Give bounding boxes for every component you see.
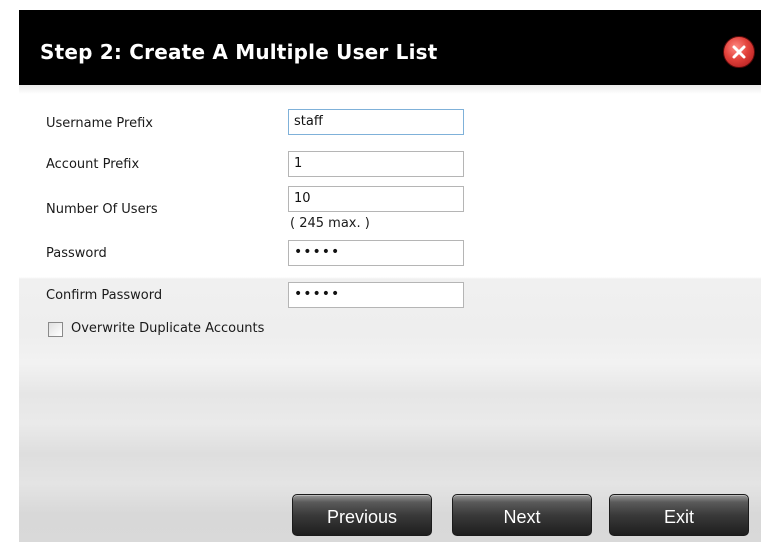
- password-input[interactable]: •••••: [288, 240, 464, 266]
- previous-button[interactable]: Previous: [292, 494, 432, 536]
- password-label: Password: [46, 246, 107, 261]
- number-of-users-label: Number Of Users: [46, 202, 158, 217]
- max-users-hint: ( 245 max. ): [290, 216, 370, 231]
- confirm-password-label: Confirm Password: [46, 288, 163, 303]
- dialog-titlebar: Step 2: Create A Multiple User List: [19, 10, 761, 85]
- account-prefix-input[interactable]: 1: [288, 151, 464, 177]
- username-prefix-input[interactable]: staff: [288, 109, 464, 135]
- account-prefix-label: Account Prefix: [46, 157, 140, 172]
- confirm-password-input[interactable]: •••••: [288, 282, 464, 308]
- number-of-users-input[interactable]: 10: [288, 186, 464, 212]
- next-button[interactable]: Next: [452, 494, 592, 536]
- overwrite-duplicates-checkbox[interactable]: [48, 322, 63, 337]
- username-prefix-label: Username Prefix: [46, 116, 153, 131]
- close-icon: [732, 45, 746, 59]
- exit-button[interactable]: Exit: [609, 494, 749, 536]
- close-button[interactable]: [723, 36, 755, 68]
- title-separator: [19, 85, 761, 94]
- dialog-title: Step 2: Create A Multiple User List: [40, 40, 438, 64]
- overwrite-duplicates-label: Overwrite Duplicate Accounts: [71, 321, 265, 336]
